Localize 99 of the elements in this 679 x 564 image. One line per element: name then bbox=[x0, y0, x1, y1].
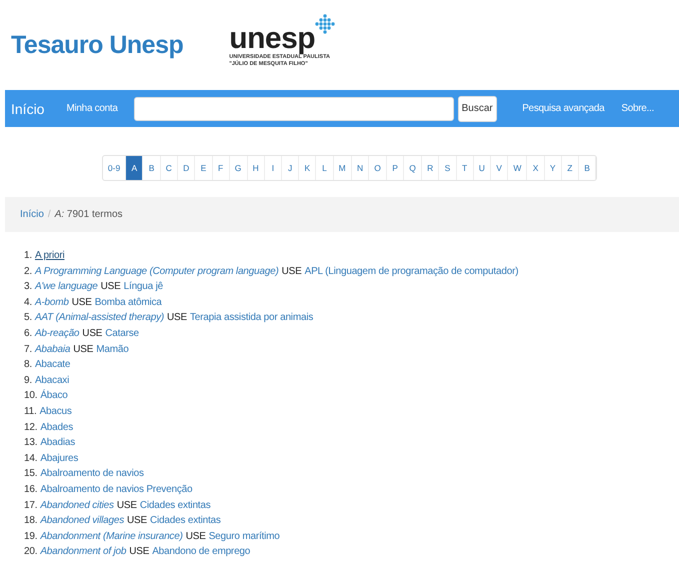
item-number: 6. bbox=[24, 326, 32, 341]
account-link[interactable]: Minha conta bbox=[66, 103, 118, 114]
term-link[interactable]: Abajures bbox=[40, 450, 78, 466]
letter-tab[interactable]: Z bbox=[562, 156, 579, 180]
about-link[interactable]: Sobre... bbox=[621, 103, 654, 114]
non-preferred-term-link[interactable]: Abandonment of job bbox=[40, 544, 126, 560]
letter-tab[interactable]: G bbox=[230, 156, 248, 180]
term-link[interactable]: Abacus bbox=[40, 404, 72, 420]
use-label: USE bbox=[129, 545, 150, 560]
letter-tab[interactable]: P bbox=[387, 156, 404, 180]
preferred-term-link[interactable]: Terapia assistida por animais bbox=[190, 310, 314, 326]
use-label: USE bbox=[127, 514, 147, 528]
item-number: 12. bbox=[24, 420, 38, 435]
item-number: 18. bbox=[24, 514, 38, 528]
item-number: 19. bbox=[24, 530, 38, 544]
preferred-term-link[interactable]: Língua jê bbox=[124, 279, 163, 295]
term-link[interactable]: Ábaco bbox=[40, 388, 68, 404]
letter-tab[interactable]: E bbox=[195, 156, 212, 180]
use-label: USE bbox=[282, 264, 302, 279]
letter-tab[interactable]: F bbox=[212, 156, 230, 180]
item-number: 11. bbox=[24, 404, 37, 419]
letter-tab[interactable]: C bbox=[160, 156, 178, 180]
letter-tab[interactable]: Q bbox=[404, 156, 422, 180]
breadcrumb-current: A: 7901 termos bbox=[54, 209, 123, 220]
term-link[interactable]: A priori bbox=[34, 248, 64, 264]
use-label: USE bbox=[167, 311, 187, 326]
site-title[interactable]: Tesauro Unesp bbox=[11, 30, 184, 60]
item-number: 2. bbox=[24, 264, 32, 279]
use-label: USE bbox=[100, 280, 121, 294]
logo-wordmark: unesp bbox=[229, 24, 316, 54]
preferred-term-link[interactable]: Seguro marítimo bbox=[208, 528, 280, 544]
item-number: 16. bbox=[24, 482, 38, 497]
preferred-term-link[interactable]: Cidades extintas bbox=[150, 513, 221, 529]
non-preferred-term-link[interactable]: AAT (Animal-assisted therapy) bbox=[34, 310, 164, 326]
home-link[interactable]: Início bbox=[11, 100, 44, 116]
term-link[interactable]: Abalroamento de navios bbox=[40, 466, 144, 482]
use-label: USE bbox=[186, 530, 206, 544]
letter-tab[interactable]: A bbox=[126, 156, 144, 180]
letter-tab[interactable]: I bbox=[264, 156, 282, 180]
letter-tab[interactable]: D bbox=[178, 156, 196, 180]
letter-tab[interactable]: R bbox=[422, 156, 440, 180]
non-preferred-term-link[interactable]: Ababaia bbox=[34, 342, 70, 358]
item-number: 8. bbox=[24, 358, 32, 372]
search-field[interactable] bbox=[134, 96, 454, 120]
item-number: 7. bbox=[24, 342, 32, 357]
item-number: 1. bbox=[24, 249, 32, 263]
item-number: 15. bbox=[24, 467, 38, 482]
term-link[interactable]: Abacaxi bbox=[34, 372, 70, 388]
item-number: 13. bbox=[24, 436, 38, 450]
letter-tab[interactable]: N bbox=[352, 156, 370, 180]
preferred-term-link[interactable]: Bomba atômica bbox=[94, 294, 162, 310]
letter-tab[interactable]: T bbox=[456, 156, 474, 180]
letter-tab[interactable]: H bbox=[248, 156, 265, 180]
preferred-term-link[interactable]: Catarse bbox=[105, 326, 139, 342]
item-number: 14. bbox=[24, 452, 38, 466]
search-button[interactable]: Buscar bbox=[458, 96, 497, 122]
preferred-term-link[interactable]: Cidades extintas bbox=[140, 498, 211, 514]
letter-tab[interactable]: X bbox=[527, 156, 545, 180]
item-number: 3. bbox=[24, 280, 32, 294]
item-number: 10. bbox=[24, 389, 38, 404]
item-number: 4. bbox=[24, 296, 32, 310]
term-link[interactable]: Abalroamento de navios Prevenção bbox=[40, 482, 192, 498]
term-link[interactable]: Abades bbox=[40, 420, 74, 436]
item-number: 5. bbox=[24, 311, 32, 326]
advanced-search-link[interactable]: Pesquisa avançada bbox=[522, 103, 604, 114]
non-preferred-term-link[interactable]: Abandoned cities bbox=[40, 498, 114, 514]
letter-tab[interactable]: J bbox=[282, 156, 300, 180]
non-preferred-term-link[interactable]: A'we language bbox=[34, 279, 98, 295]
use-label: USE bbox=[116, 498, 137, 512]
letter-tab[interactable]: S bbox=[439, 156, 457, 180]
dot-pattern-icon bbox=[315, 14, 336, 34]
letter-tab[interactable]: L bbox=[316, 156, 334, 180]
letter-tab[interactable]: B bbox=[579, 156, 596, 180]
letter-tab[interactable]: M bbox=[334, 156, 352, 180]
breadcrumb-link[interactable]: Início bbox=[20, 209, 44, 220]
non-preferred-term-link[interactable]: Ab-reação bbox=[34, 326, 80, 342]
breadcrumb-separator: / bbox=[48, 209, 51, 220]
non-preferred-term-link[interactable]: Abandoned villages bbox=[40, 513, 124, 529]
non-preferred-term-link[interactable]: A-bomb bbox=[34, 294, 69, 310]
use-label: USE bbox=[72, 296, 92, 310]
letter-tab[interactable]: Y bbox=[544, 156, 562, 180]
letter-tab[interactable]: W bbox=[508, 156, 528, 180]
item-number: 17. bbox=[24, 498, 38, 512]
non-preferred-term-link[interactable]: Abandonment (Marine insurance) bbox=[40, 528, 183, 544]
letter-tab[interactable]: V bbox=[491, 156, 508, 180]
non-preferred-term-link[interactable]: A Programming Language (Computer program language) bbox=[34, 264, 279, 280]
letter-tab[interactable]: U bbox=[474, 156, 492, 180]
use-label: USE bbox=[73, 342, 94, 357]
use-label: USE bbox=[82, 326, 102, 341]
preferred-term-link[interactable]: Abandono de emprego bbox=[152, 544, 250, 560]
term-link[interactable]: Abacate bbox=[34, 357, 70, 373]
letter-tab[interactable]: O bbox=[369, 156, 387, 180]
letter-tab[interactable]: B bbox=[143, 156, 161, 180]
term-link[interactable]: Abadias bbox=[40, 435, 76, 451]
letter-tab[interactable]: K bbox=[299, 156, 316, 180]
preferred-term-link[interactable]: Mamão bbox=[96, 342, 129, 358]
item-number: 20. bbox=[24, 545, 38, 560]
item-number: 9. bbox=[24, 374, 32, 388]
preferred-term-link[interactable]: APL (Linguagem de programação de computador) bbox=[304, 264, 518, 280]
